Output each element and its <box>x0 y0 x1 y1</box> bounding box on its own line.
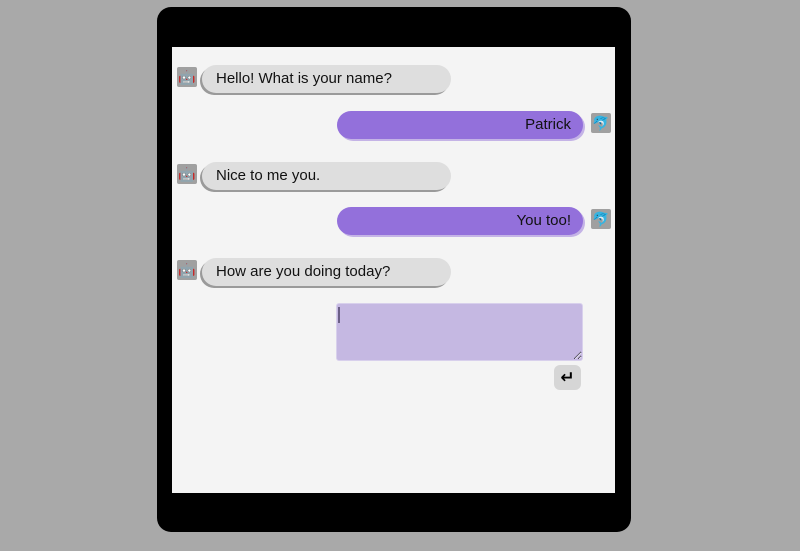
user-message-bubble: You too! <box>337 207 583 235</box>
bot-message-bubble: Nice to me you. <box>202 162 451 190</box>
bot-message-bubble: How are you doing today? <box>202 258 451 286</box>
dolphin-icon: 🐬 <box>591 113 611 133</box>
robot-icon: 🤖 <box>177 164 197 184</box>
send-button[interactable]: ↵ <box>554 365 581 390</box>
message-row-bot: 🤖 Hello! What is your name? <box>172 65 615 97</box>
dolphin-icon: 🐬 <box>591 209 611 229</box>
message-row-user: You too! 🐬 <box>172 207 615 239</box>
user-message-bubble: Patrick <box>337 111 583 139</box>
robot-icon: 🤖 <box>177 260 197 280</box>
message-row-user: Patrick 🐬 <box>172 111 615 143</box>
bot-message-bubble: Hello! What is your name? <box>202 65 451 93</box>
enter-icon: ↵ <box>560 367 575 388</box>
chat-screen: 🤖 Hello! What is your name? Patrick 🐬 🤖 … <box>172 47 615 493</box>
robot-icon: 🤖 <box>177 67 197 87</box>
message-row-bot: 🤖 Nice to me you. <box>172 162 615 194</box>
text-caret <box>338 307 340 323</box>
message-composer <box>336 303 583 361</box>
message-row-bot: 🤖 How are you doing today? <box>172 258 615 290</box>
message-input[interactable] <box>336 303 583 361</box>
